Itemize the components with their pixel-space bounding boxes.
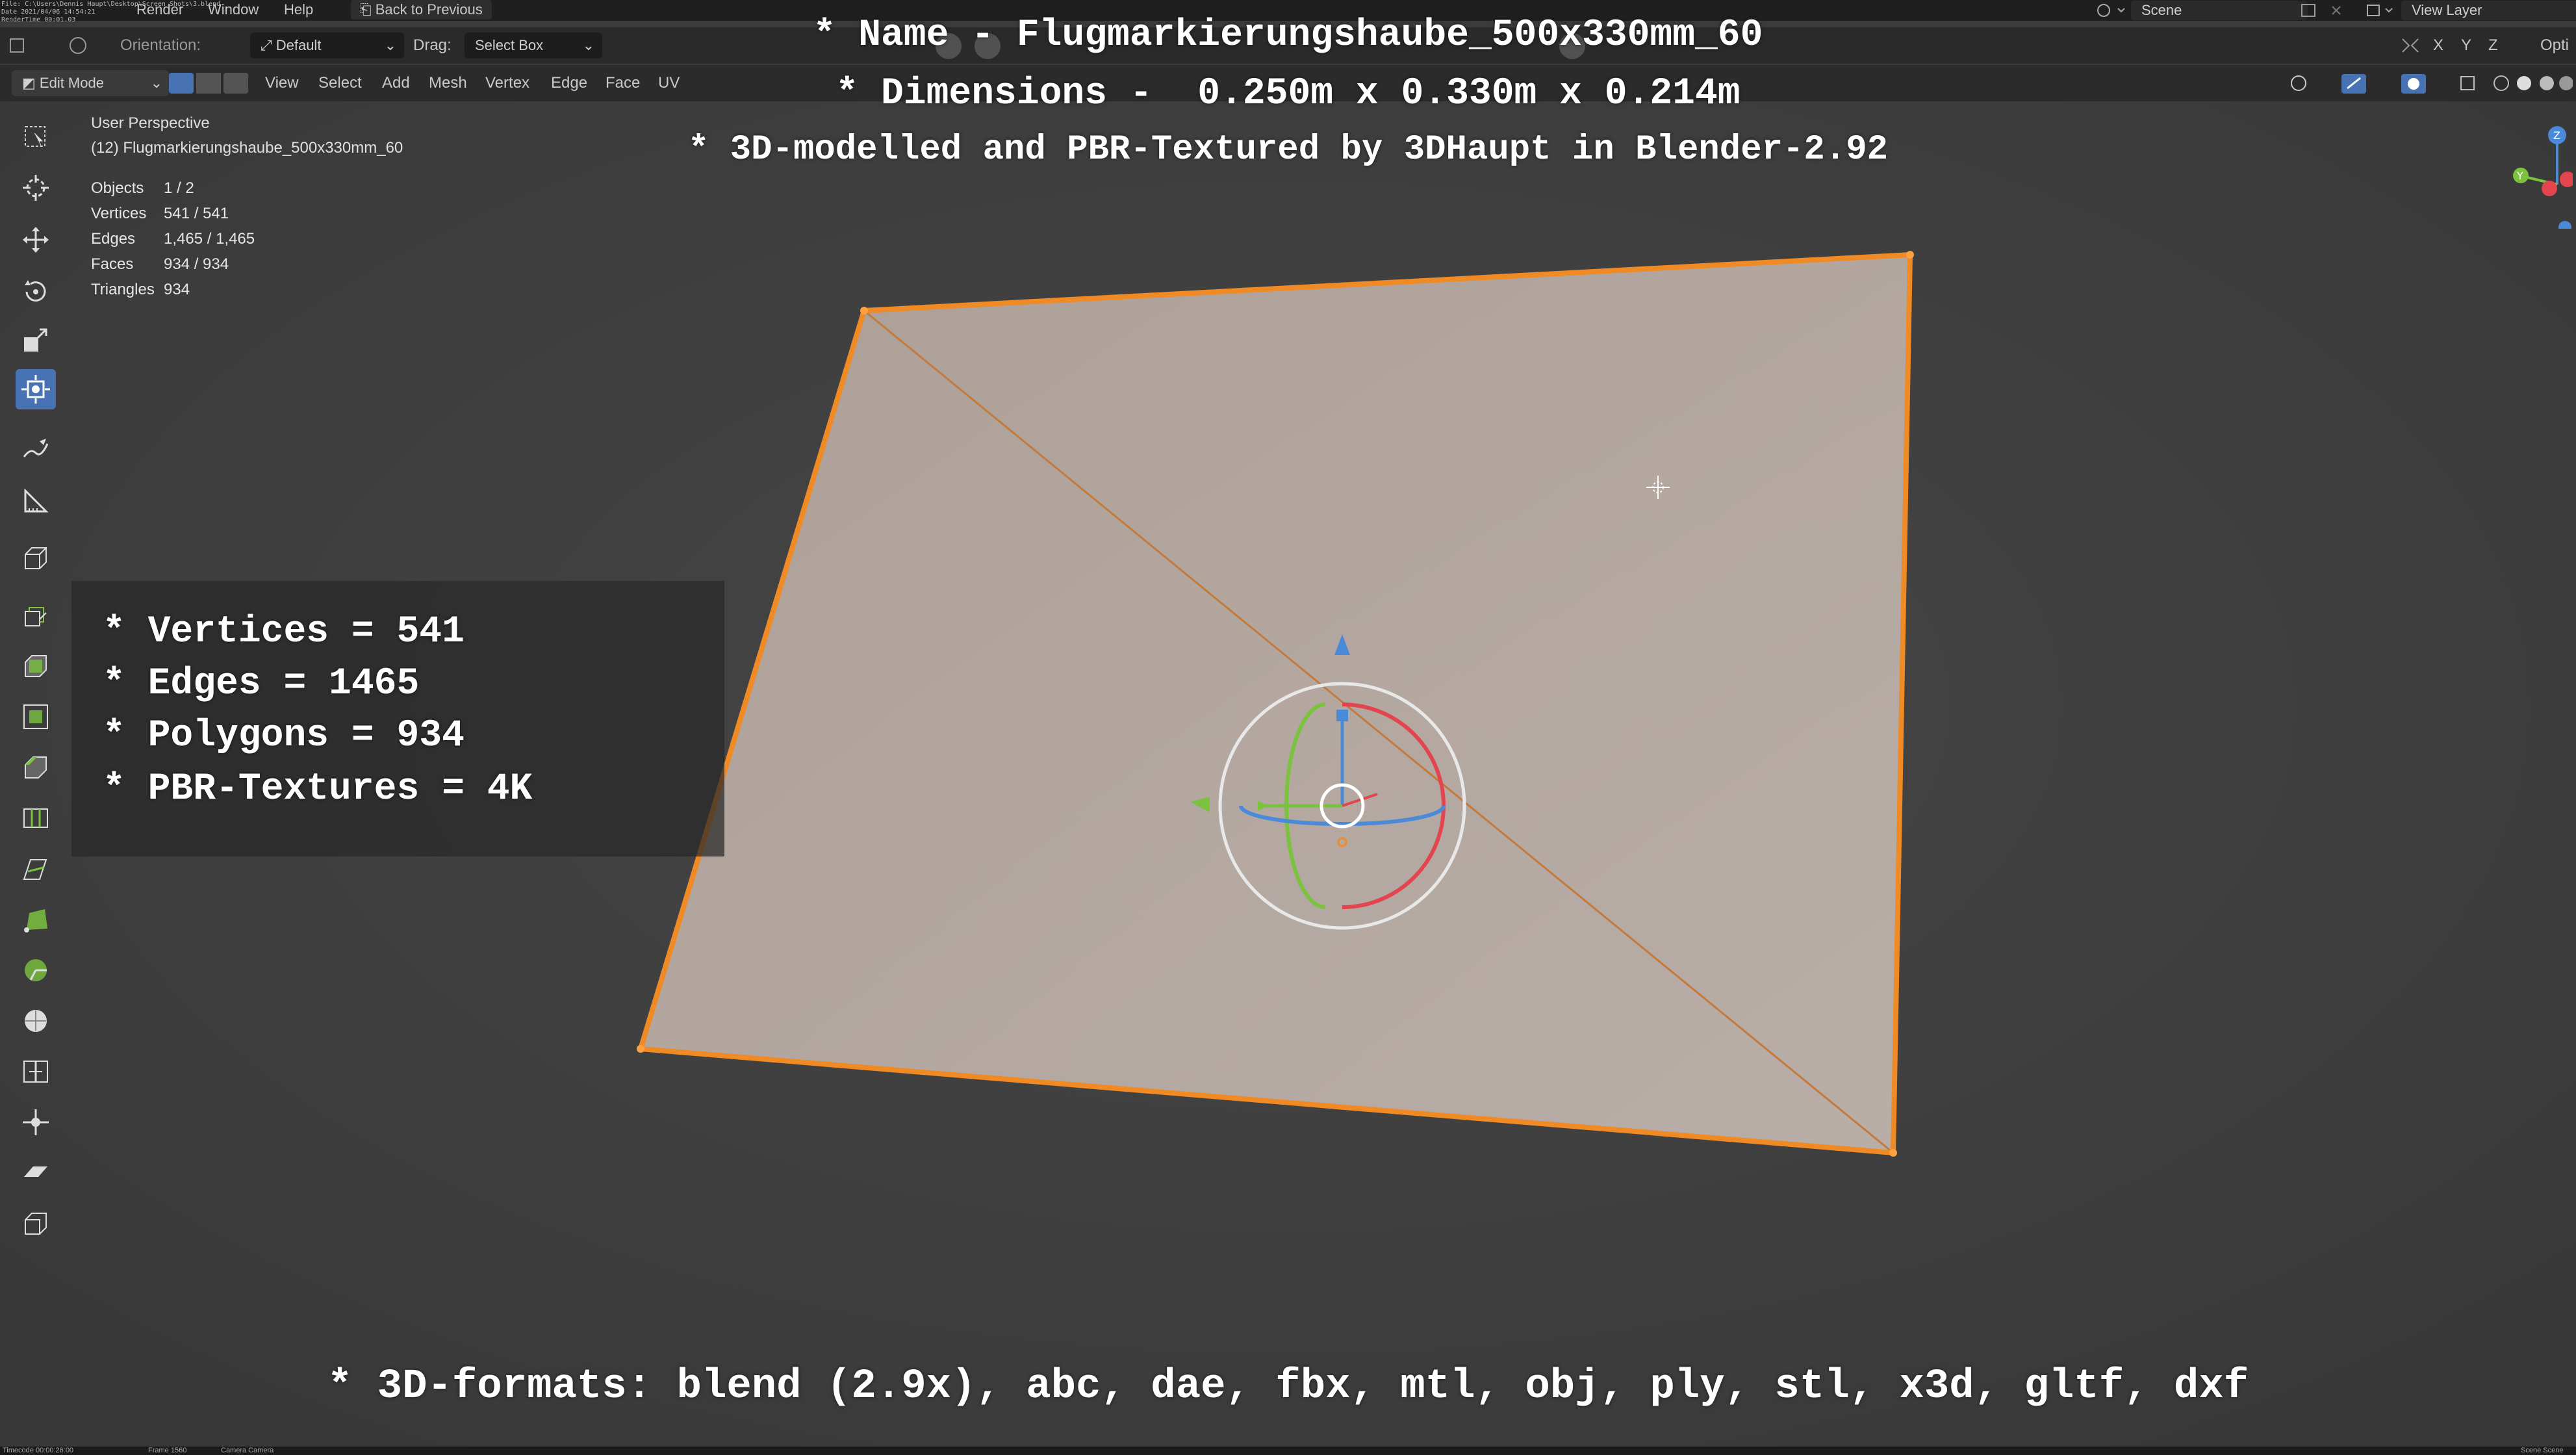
- status-scene: Scene Scene: [2521, 1447, 2564, 1454]
- rotate-tool-icon[interactable]: [16, 270, 56, 311]
- stat-edges-label: Edges: [91, 230, 136, 248]
- model-info-box: * Vertices = 541 * Edges = 1465 * Polygo…: [71, 581, 724, 856]
- info-vertices: * Vertices = 541: [103, 611, 465, 653]
- stat-triangles-label: Triangles: [91, 281, 155, 298]
- navigation-gizmo[interactable]: Z Y: [2508, 112, 2575, 234]
- status-camera: Camera Camera: [221, 1447, 274, 1454]
- mesh-vertex: [637, 1045, 644, 1053]
- measure-tool-icon[interactable]: [16, 481, 56, 521]
- scale-tool-icon[interactable]: [16, 320, 56, 360]
- rip-region-tool-icon[interactable]: [16, 1204, 56, 1244]
- mesh-vertex: [860, 307, 868, 315]
- shrink-fatten-tool-icon[interactable]: [16, 1102, 56, 1142]
- loop-cut-tool-icon[interactable]: [16, 798, 56, 838]
- model-name-title: * Name - Flugmarkierungshaube_500x330mm_…: [813, 14, 1763, 57]
- model-dimensions-title: * Dimensions - 0.250m x 0.330m x 0.214m: [835, 73, 1741, 115]
- formats-footer: * 3D-formats: blend (2.9x), abc, dae, fb…: [327, 1363, 2249, 1410]
- smooth-tool-icon[interactable]: [16, 1001, 56, 1041]
- extrude-region-tool-icon[interactable]: [16, 646, 56, 686]
- status-bar: Timecode 00:00:26:00 Frame 1560 Camera C…: [0, 1447, 2576, 1455]
- info-textures: * PBR-Textures = 4K: [103, 768, 533, 810]
- cursor-tool-icon[interactable]: [16, 168, 56, 208]
- status-timecode: Timecode 00:00:26:00: [3, 1447, 74, 1454]
- transform-tool-icon[interactable]: [16, 369, 56, 409]
- status-frame: Frame 1560: [148, 1447, 187, 1454]
- info-edges: * Edges = 1465: [103, 663, 420, 705]
- extrude-tool-icon[interactable]: [16, 595, 56, 636]
- info-polygons: * Polygons = 934: [103, 715, 465, 757]
- knife-tool-icon[interactable]: [16, 849, 56, 889]
- stat-vertices-value: 541 / 541: [164, 205, 229, 222]
- stat-triangles-value: 934: [164, 281, 190, 298]
- mesh-vertex: [1906, 251, 1914, 259]
- shear-tool-icon[interactable]: [16, 1153, 56, 1193]
- svg-text:Y: Y: [2516, 170, 2523, 182]
- mesh-vertex: [1889, 1149, 1897, 1157]
- bevel-tool-icon[interactable]: [16, 747, 56, 788]
- poly-build-tool-icon[interactable]: [16, 899, 56, 940]
- add-cube-tool-icon[interactable]: [16, 538, 56, 578]
- inset-faces-tool-icon[interactable]: [16, 697, 56, 737]
- stat-vertices-label: Vertices: [91, 205, 147, 222]
- stat-faces-label: Faces: [91, 255, 134, 273]
- spin-tool-icon[interactable]: [16, 950, 56, 990]
- move-tool-icon[interactable]: [16, 220, 56, 260]
- edge-slide-tool-icon[interactable]: [16, 1051, 56, 1092]
- stat-edges-value: 1,465 / 1,465: [164, 230, 255, 248]
- stat-objects-label: Objects: [91, 179, 144, 197]
- credit-title: * 3D-modelled and PBR-Textured by 3DHaup…: [687, 130, 1889, 170]
- left-toolbar: [6, 114, 71, 1245]
- render-info-line: File: C:\Users\Dennis Haupt\Desktop\Scre…: [1, 1, 221, 8]
- annotate-tool-icon[interactable]: [16, 430, 56, 470]
- stat-objects-value: 1 / 2: [164, 179, 194, 197]
- stat-faces-value: 934 / 934: [164, 255, 229, 273]
